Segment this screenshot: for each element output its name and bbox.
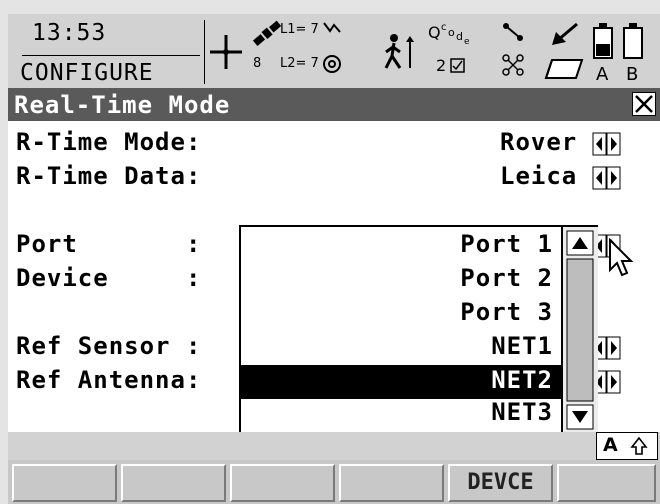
clock-time: 13:53 bbox=[32, 20, 107, 46]
dropdown-option-net1[interactable]: NET1 bbox=[241, 331, 561, 365]
title-bar: Real-Time Mode bbox=[8, 88, 660, 121]
rtk-count: 2 bbox=[436, 56, 447, 75]
rtime-data-left-right-arrows-icon[interactable] bbox=[592, 166, 622, 190]
link-icon bbox=[503, 23, 523, 41]
ref-sensor-label: Ref Sensor : bbox=[16, 332, 202, 360]
signal-arrows-icon bbox=[323, 22, 341, 33]
program-name: CONFIGURE bbox=[20, 60, 154, 86]
option-label: NET1 bbox=[491, 332, 553, 360]
dropdown-option-port-1[interactable]: Port 1 bbox=[241, 229, 561, 263]
scrollbar-thumb bbox=[566, 258, 594, 402]
rtime-mode-left-right-arrows-icon[interactable] bbox=[592, 132, 622, 156]
devce-button[interactable]: DEVCE bbox=[448, 464, 553, 502]
position-quality-icon: Q c o d e bbox=[428, 22, 470, 47]
f3-key[interactable] bbox=[230, 464, 335, 502]
port-label: Port : bbox=[16, 230, 202, 258]
keyboard-mode-label: A bbox=[603, 434, 618, 456]
checkbox-icon bbox=[450, 58, 465, 73]
svg-text:Q: Q bbox=[428, 23, 441, 42]
ref-antenna-label: Ref Antenna: bbox=[16, 366, 202, 394]
rtime-data-value[interactable]: Leica bbox=[500, 162, 577, 190]
option-label: Port 2 bbox=[460, 264, 553, 292]
option-label: NET3 bbox=[491, 398, 553, 426]
dropdown-scrollbar[interactable] bbox=[561, 227, 598, 432]
dropdown-option-port-3[interactable]: Port 3 bbox=[241, 297, 561, 331]
option-label: Port 3 bbox=[460, 298, 553, 326]
dropdown-option-net3[interactable]: NET3 bbox=[241, 397, 561, 431]
keyboard-mode-indicator: A bbox=[596, 432, 658, 460]
rtime-mode-label: R-Time Mode: bbox=[16, 128, 202, 156]
f1-key[interactable] bbox=[12, 464, 117, 502]
status-bar: 13:53 CONFIGURE 8 L1= 7 L2= 7 Q c o d e … bbox=[8, 14, 660, 88]
arrow-down-left-icon bbox=[552, 22, 578, 45]
option-label: Port 1 bbox=[460, 230, 553, 258]
function-key-bar: DEVCE bbox=[8, 460, 660, 504]
dropdown-option-port-2[interactable]: Port 2 bbox=[241, 263, 561, 297]
rtime-mode-value[interactable]: Rover bbox=[500, 128, 577, 156]
status-divider bbox=[204, 20, 205, 84]
time-divider bbox=[22, 55, 200, 56]
position-crosshair-icon[interactable] bbox=[208, 32, 244, 72]
mouse-cursor-icon bbox=[609, 238, 634, 277]
port-dropdown-list[interactable]: Port 1 Port 2 Port 3 NET1 NET2 NET3 bbox=[239, 225, 598, 434]
radio-link-icon bbox=[502, 54, 524, 76]
svg-text:c: c bbox=[441, 22, 447, 33]
f4-key[interactable] bbox=[339, 464, 444, 502]
satellite-icon[interactable] bbox=[250, 20, 284, 48]
option-label: NET2 bbox=[491, 366, 553, 394]
rtime-data-label: R-Time Data: bbox=[16, 162, 202, 190]
device-screen: 13:53 CONFIGURE 8 L1= 7 L2= 7 Q c o d e … bbox=[8, 14, 660, 504]
memory-card-icon bbox=[544, 59, 584, 79]
svg-text:o: o bbox=[448, 26, 455, 39]
svg-text:e: e bbox=[464, 37, 470, 47]
svg-text:d: d bbox=[456, 30, 463, 43]
f6-key[interactable] bbox=[557, 464, 656, 502]
l1-count: L1= 7 bbox=[280, 22, 319, 37]
close-icon bbox=[635, 95, 653, 113]
satellite-count: 8 bbox=[253, 56, 262, 71]
page-title: Real-Time Mode bbox=[14, 91, 231, 119]
scrollbar-track bbox=[566, 230, 594, 430]
l2-count: L2= 7 bbox=[280, 56, 319, 71]
dropdown-option-net2-selected[interactable]: NET2 bbox=[241, 365, 561, 399]
close-button[interactable] bbox=[632, 92, 656, 116]
shift-arrow-icon bbox=[630, 436, 648, 455]
f2-key[interactable] bbox=[121, 464, 226, 502]
device-label: Device : bbox=[16, 264, 202, 292]
battery-icon: A B bbox=[593, 23, 643, 84]
walking-person-icon[interactable] bbox=[382, 32, 416, 76]
svg-text:A: A bbox=[596, 64, 609, 84]
at-symbol-icon bbox=[323, 55, 341, 73]
svg-text:B: B bbox=[626, 64, 638, 84]
time-program-box: 13:53 CONFIGURE bbox=[14, 20, 200, 86]
info-strip: A bbox=[8, 432, 660, 460]
